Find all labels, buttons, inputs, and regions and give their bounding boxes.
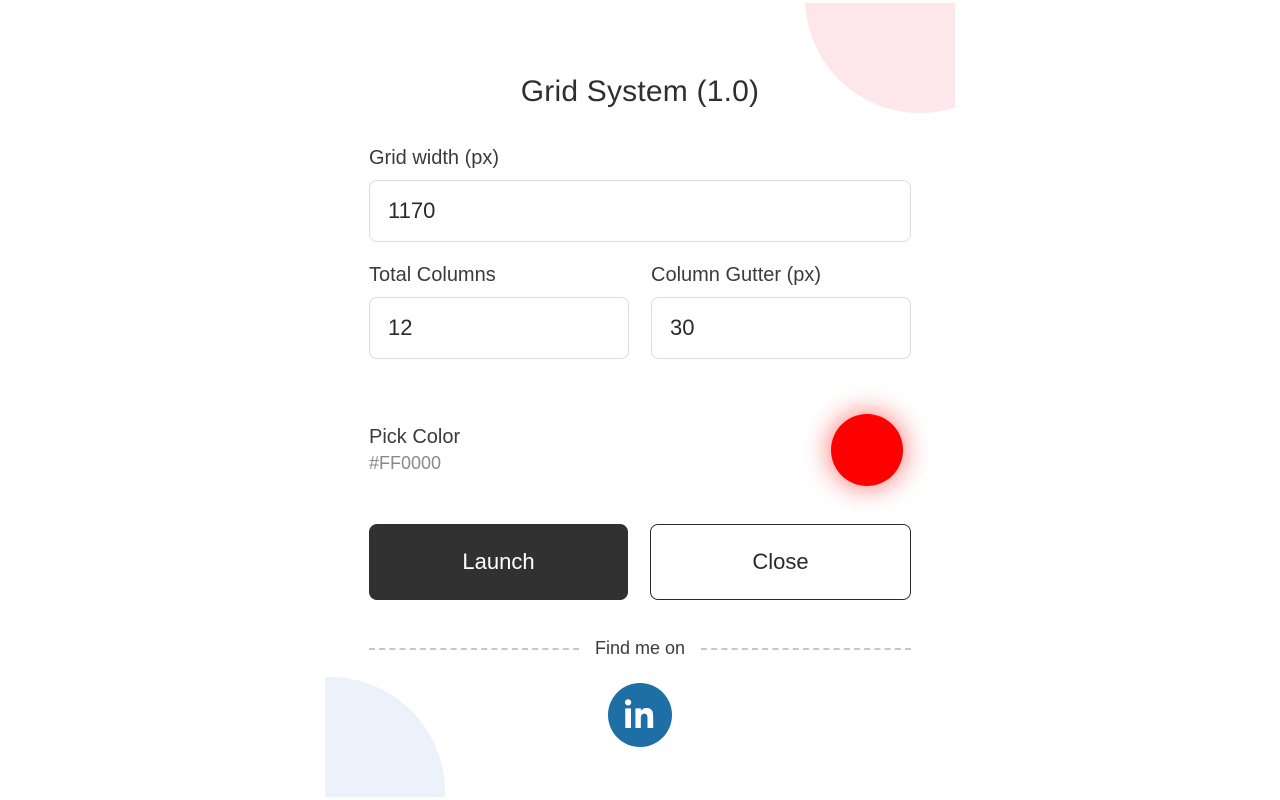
color-picker-value: #FF0000 xyxy=(369,453,460,474)
panel-title: Grid System (1.0) xyxy=(369,75,911,109)
total-columns-field: Total Columns xyxy=(369,264,629,359)
grid-width-field: Grid width (px) xyxy=(369,147,911,242)
grid-width-input[interactable] xyxy=(369,180,911,242)
divider-right xyxy=(701,648,911,650)
column-gutter-label: Column Gutter (px) xyxy=(651,264,911,287)
divider-text: Find me on xyxy=(595,638,685,659)
total-columns-input[interactable] xyxy=(369,297,629,359)
close-button[interactable]: Close xyxy=(650,524,911,600)
color-picker-row: Pick Color #FF0000 xyxy=(369,414,911,486)
linkedin-button[interactable] xyxy=(608,683,672,747)
color-swatch[interactable] xyxy=(831,414,903,486)
color-picker-text: Pick Color #FF0000 xyxy=(369,426,460,474)
launch-button[interactable]: Launch xyxy=(369,524,628,600)
linkedin-icon xyxy=(625,698,655,733)
total-columns-label: Total Columns xyxy=(369,264,629,287)
grid-system-panel: Grid System (1.0) Grid width (px) Total … xyxy=(325,3,955,797)
divider-left xyxy=(369,648,579,650)
columns-row: Total Columns Column Gutter (px) xyxy=(369,264,911,359)
social-row xyxy=(369,683,911,747)
column-gutter-input[interactable] xyxy=(651,297,911,359)
color-picker-label: Pick Color xyxy=(369,426,460,449)
footer-divider: Find me on xyxy=(369,638,911,659)
column-gutter-field: Column Gutter (px) xyxy=(651,264,911,359)
grid-width-label: Grid width (px) xyxy=(369,147,911,170)
panel-content: Grid System (1.0) Grid width (px) Total … xyxy=(325,3,955,747)
button-row: Launch Close xyxy=(369,524,911,600)
